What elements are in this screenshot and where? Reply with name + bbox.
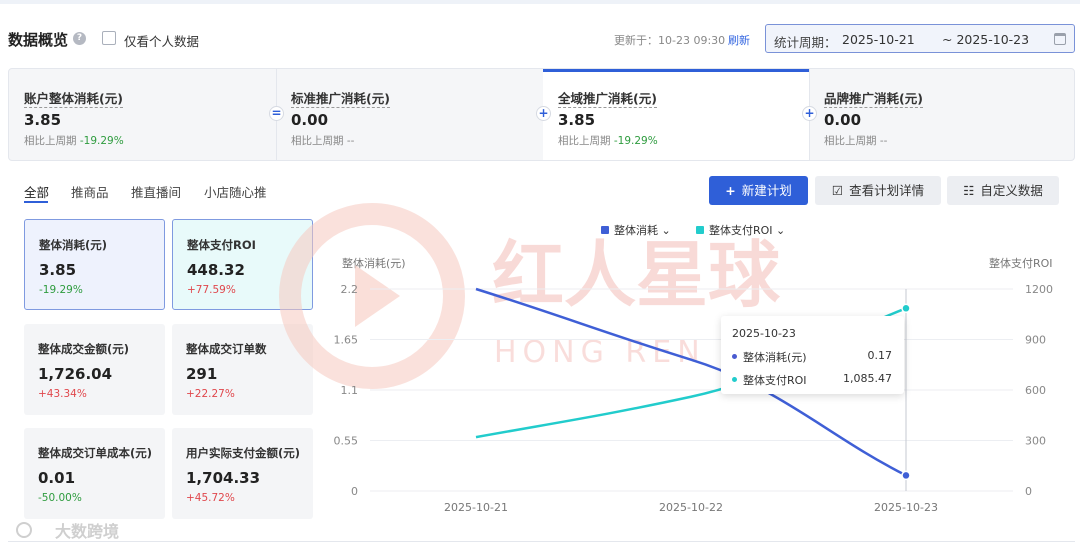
tooltip-date: 2025-10-23 <box>732 327 796 340</box>
tooltip-dot <box>732 354 737 359</box>
right-tick-label: 1200 <box>1025 283 1053 296</box>
watermark-play-icon <box>355 265 400 327</box>
right-tick-label: 900 <box>1025 334 1046 347</box>
tooltip-row-roi: 整体支付ROI 1,085.47 <box>732 372 892 388</box>
line-chart: 红人星球HONG REN XING QIU大数跨境00.551.11.652.2… <box>16 203 1053 541</box>
left-tick-label: 0 <box>351 485 358 498</box>
x-tick-label: 2025-10-21 <box>444 501 508 514</box>
watermark-corner: 大数跨境 <box>55 522 119 541</box>
panel-bottom-border <box>8 541 1075 542</box>
tooltip-row-spend: 整体消耗(元) 0.17 <box>732 349 892 365</box>
left-tick-label: 1.65 <box>334 334 359 347</box>
series-point-spend <box>901 470 911 481</box>
left-tick-label: 1.1 <box>341 384 359 397</box>
watermark-text: 红人星球 <box>492 233 781 317</box>
left-tick-label: 0.55 <box>334 435 359 448</box>
chart-tooltip: 2025-10-23 整体消耗(元) 0.17 整体支付ROI 1,085.47 <box>721 316 904 394</box>
series-point-roi <box>901 303 911 314</box>
right-tick-label: 300 <box>1025 435 1046 448</box>
right-tick-label: 600 <box>1025 384 1046 397</box>
right-tick-label: 0 <box>1025 485 1032 498</box>
watermark-corner-icon <box>16 522 32 538</box>
tooltip-dot <box>732 377 737 382</box>
left-tick-label: 2.2 <box>341 283 359 296</box>
x-tick-label: 2025-10-23 <box>874 501 938 514</box>
x-tick-label: 2025-10-22 <box>659 501 723 514</box>
